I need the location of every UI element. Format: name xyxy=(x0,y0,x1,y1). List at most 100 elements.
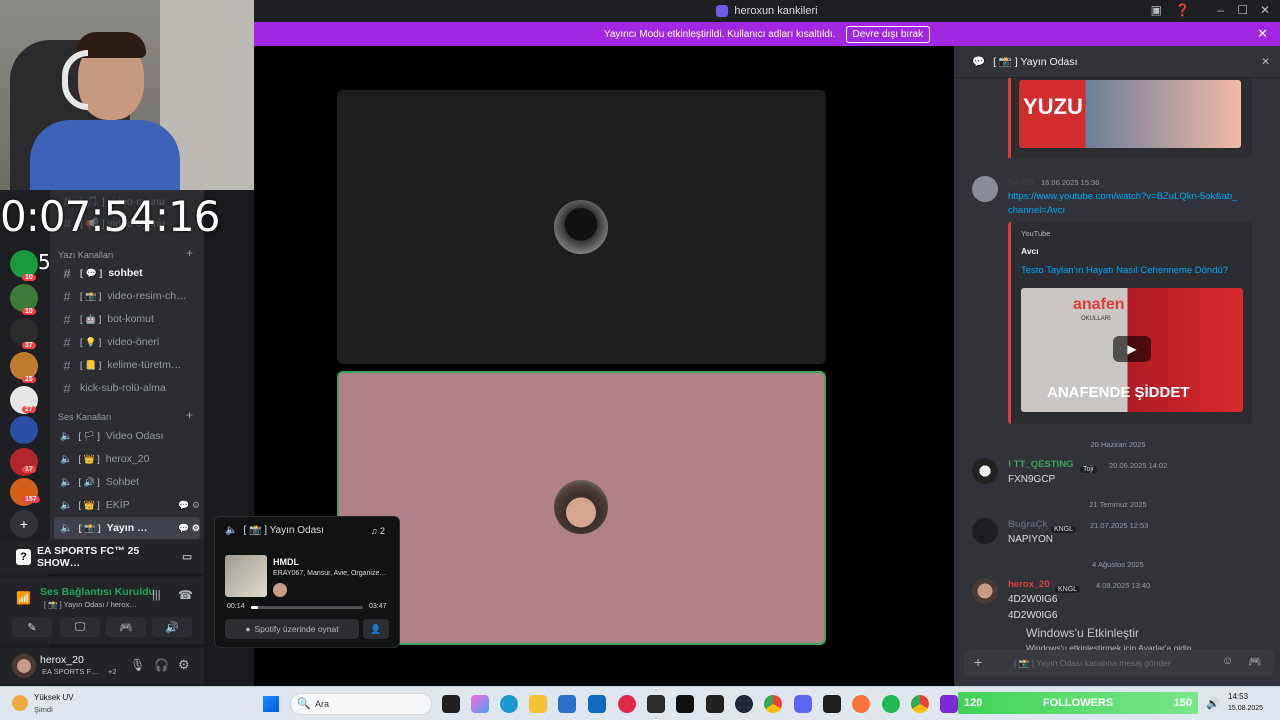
task-view-icon[interactable] xyxy=(442,695,460,713)
discord-icon[interactable] xyxy=(794,695,812,713)
outlook-icon[interactable] xyxy=(588,695,606,713)
activity-button[interactable]: 🎮 xyxy=(106,617,146,637)
channel-emoji: [ 👑 ] xyxy=(78,499,100,510)
voice-channel-sohbet[interactable]: 🔈 [ 🔊 ] Sohbet xyxy=(54,471,200,493)
file-explorer-icon[interactable] xyxy=(529,695,547,713)
minimize-icon[interactable]: – xyxy=(1217,3,1224,17)
screen-share-icon[interactable]: ▭ xyxy=(182,551,192,563)
message-author[interactable]: ! TT_QESTING xyxy=(1008,459,1073,470)
msi-icon[interactable] xyxy=(676,695,694,713)
voice-category-label[interactable]: Ses Kanalları xyxy=(58,412,112,422)
chrome-profile-icon[interactable] xyxy=(911,695,929,713)
message-link[interactable]: https://www.youtube.com/watch?v=BZuLQkn-… xyxy=(1008,190,1238,218)
spotify-icon[interactable] xyxy=(882,695,900,713)
spotify-play-button[interactable]: ● Spotify üzerinde oynat xyxy=(225,619,359,639)
microphone-icon[interactable]: 🎙 xyxy=(130,658,145,672)
channel-bot-komut[interactable]: # [ 🤖 ] bot-komut xyxy=(54,308,200,330)
store-icon[interactable] xyxy=(558,695,576,713)
voice-channel-yayin[interactable]: 🔈 [ 📸 ] Yayın … 💬 ⚙ xyxy=(54,517,200,539)
add-channel-icon[interactable]: + xyxy=(186,246,193,260)
inbox-icon[interactable]: ▣ xyxy=(1151,3,1162,17)
play-icon[interactable]: ▶ xyxy=(1113,336,1151,362)
channel-video-resim[interactable]: # [ 📸 ] video-resim-ch… xyxy=(54,285,200,307)
text-category-label[interactable]: Yazı Kanalları xyxy=(58,250,113,260)
headphones-icon[interactable]: 🎧 xyxy=(154,658,169,672)
listener-avatar[interactable] xyxy=(273,583,287,597)
user-name[interactable]: herox_20 xyxy=(40,654,84,666)
message-author[interactable]: SAEN xyxy=(1008,177,1034,188)
followers-label: FOLLOWERS xyxy=(1042,697,1114,709)
hash-icon: # xyxy=(63,357,71,373)
close-window-icon[interactable]: ✕ xyxy=(1260,3,1270,17)
progress-track[interactable] xyxy=(251,606,363,609)
message-time: 16.06.2025 15:36 xyxy=(1041,178,1100,187)
channel-kelime[interactable]: # [ 📒 ] kelime-türetm… xyxy=(54,354,200,376)
voice-channel-herox[interactable]: 🔈 [ 👑 ] herox_20 xyxy=(54,448,200,470)
embed-thumbnail[interactable]: anafen OKULLARI ▶ ANAFENDE ŞİDDET xyxy=(1021,288,1243,412)
avatar[interactable] xyxy=(972,458,998,484)
app-icon[interactable] xyxy=(940,695,958,713)
disconnect-icon[interactable]: ☎ xyxy=(178,588,193,602)
avatar[interactable] xyxy=(972,578,998,604)
activity-icon[interactable]: 🎮 xyxy=(1248,655,1262,668)
maximize-icon[interactable]: ☐ xyxy=(1237,3,1248,17)
avatar[interactable] xyxy=(972,518,998,544)
firefox-icon[interactable] xyxy=(852,695,870,713)
epic-games-icon[interactable] xyxy=(647,695,665,713)
obs-icon[interactable] xyxy=(823,695,841,713)
avatar[interactable] xyxy=(12,654,36,678)
weather-icon[interactable] xyxy=(12,695,28,711)
copilot-icon[interactable] xyxy=(471,695,489,713)
embed-author[interactable]: Avcı xyxy=(1021,246,1039,256)
embed-thumbnail[interactable]: YUZU xyxy=(1019,80,1241,148)
opera-icon[interactable] xyxy=(618,695,636,713)
camera-off-button[interactable]: ✎ xyxy=(12,617,52,637)
chat-icon[interactable]: 💬 ⚙ xyxy=(178,500,200,511)
add-user-button[interactable]: 👤 xyxy=(363,619,389,639)
message-author[interactable]: herox_20 xyxy=(1008,579,1050,590)
chrome-icon[interactable] xyxy=(764,695,782,713)
disable-streamer-mode-button[interactable]: Devre dışı bırak xyxy=(845,25,931,43)
channel-video-oneri[interactable]: # [ 💡 ] video-öneri xyxy=(54,331,200,353)
app-icon[interactable] xyxy=(706,695,724,713)
add-server-icon[interactable]: + xyxy=(10,510,38,538)
chat-panel: 💬 [ 📸 ] Yayın Odası ✕ YUZU SAEN 16.06.20… xyxy=(954,46,1280,686)
embed-title[interactable]: Testo Taylan'ın Hayatı Nasıl Cehenneme D… xyxy=(1021,265,1228,276)
channel-sohbet[interactable]: # [ 💬 ] sohbet xyxy=(54,262,200,284)
voice-channel-ekip[interactable]: 🔈 [ 👑 ] EKİP 💬 ⚙ xyxy=(54,494,200,516)
activity-title: EA SPORTS FC™ 25 SHOW… xyxy=(37,545,140,569)
clock-time[interactable]: 14:53 xyxy=(1228,692,1248,701)
settings-icon[interactable]: 💬 ⚙ xyxy=(178,523,200,534)
activity-card[interactable]: ? EA SPORTS FC™ 25 SHOW… ▭ xyxy=(0,540,204,574)
steam-icon[interactable] xyxy=(735,695,753,713)
title-bar: heroxun kankileri ▣ ❓ – ☐ ✕ xyxy=(254,0,1280,22)
soundboard-button[interactable]: 🔊 xyxy=(152,617,192,637)
app-root: heroxun kankileri ▣ ❓ – ☐ ✕ Yayıncı Modu… xyxy=(0,0,1280,720)
user-panel: herox_20 EA SPORTS F… +2 🎙 🎧 ⚙ xyxy=(0,648,204,684)
taskbar-search[interactable]: 🔍 Ara xyxy=(290,693,432,715)
voice-channel-path[interactable]: [ 📸 ] Yayın Odası / herox… xyxy=(44,600,137,609)
thumbnail-logo: anafen xyxy=(1073,296,1125,313)
time-end: 03:47 xyxy=(369,603,387,610)
screen-share-button[interactable]: 🖵 xyxy=(60,617,100,637)
channel-name: Video Odası xyxy=(105,430,164,442)
server-icon[interactable] xyxy=(10,416,38,444)
message-author[interactable]: BuğraÇk xyxy=(1008,519,1048,530)
voice-status[interactable]: Ses Bağlantısı Kuruldu xyxy=(40,586,155,598)
emoji-icon[interactable]: ☺ xyxy=(1222,655,1233,667)
add-channel-icon[interactable]: + xyxy=(186,408,193,422)
close-icon[interactable]: ✕ xyxy=(1261,56,1270,68)
voice-channel-video-odasi[interactable]: 🔈 [ 🏳 ] Video Odası xyxy=(54,425,200,447)
gear-icon[interactable]: ⚙ xyxy=(178,657,190,673)
close-icon[interactable]: ✕ xyxy=(1257,26,1268,42)
edge-icon[interactable] xyxy=(500,695,518,713)
help-icon[interactable]: ❓ xyxy=(1175,3,1190,17)
volume-icon[interactable]: 🔊 xyxy=(1206,697,1220,710)
attach-plus-icon[interactable]: + xyxy=(974,654,982,670)
weather-label[interactable]: Yüksek UV xyxy=(34,693,74,702)
start-button[interactable] xyxy=(263,696,279,712)
message-input[interactable]: [ 📸 ] Yayın Odası kanalına mesaj gönder xyxy=(1014,658,1171,669)
noise-icon[interactable]: ||| xyxy=(152,589,161,601)
channel-kick-sub[interactable]: # kick-sub-rolü-alma xyxy=(54,377,200,399)
avatar[interactable] xyxy=(972,176,998,202)
